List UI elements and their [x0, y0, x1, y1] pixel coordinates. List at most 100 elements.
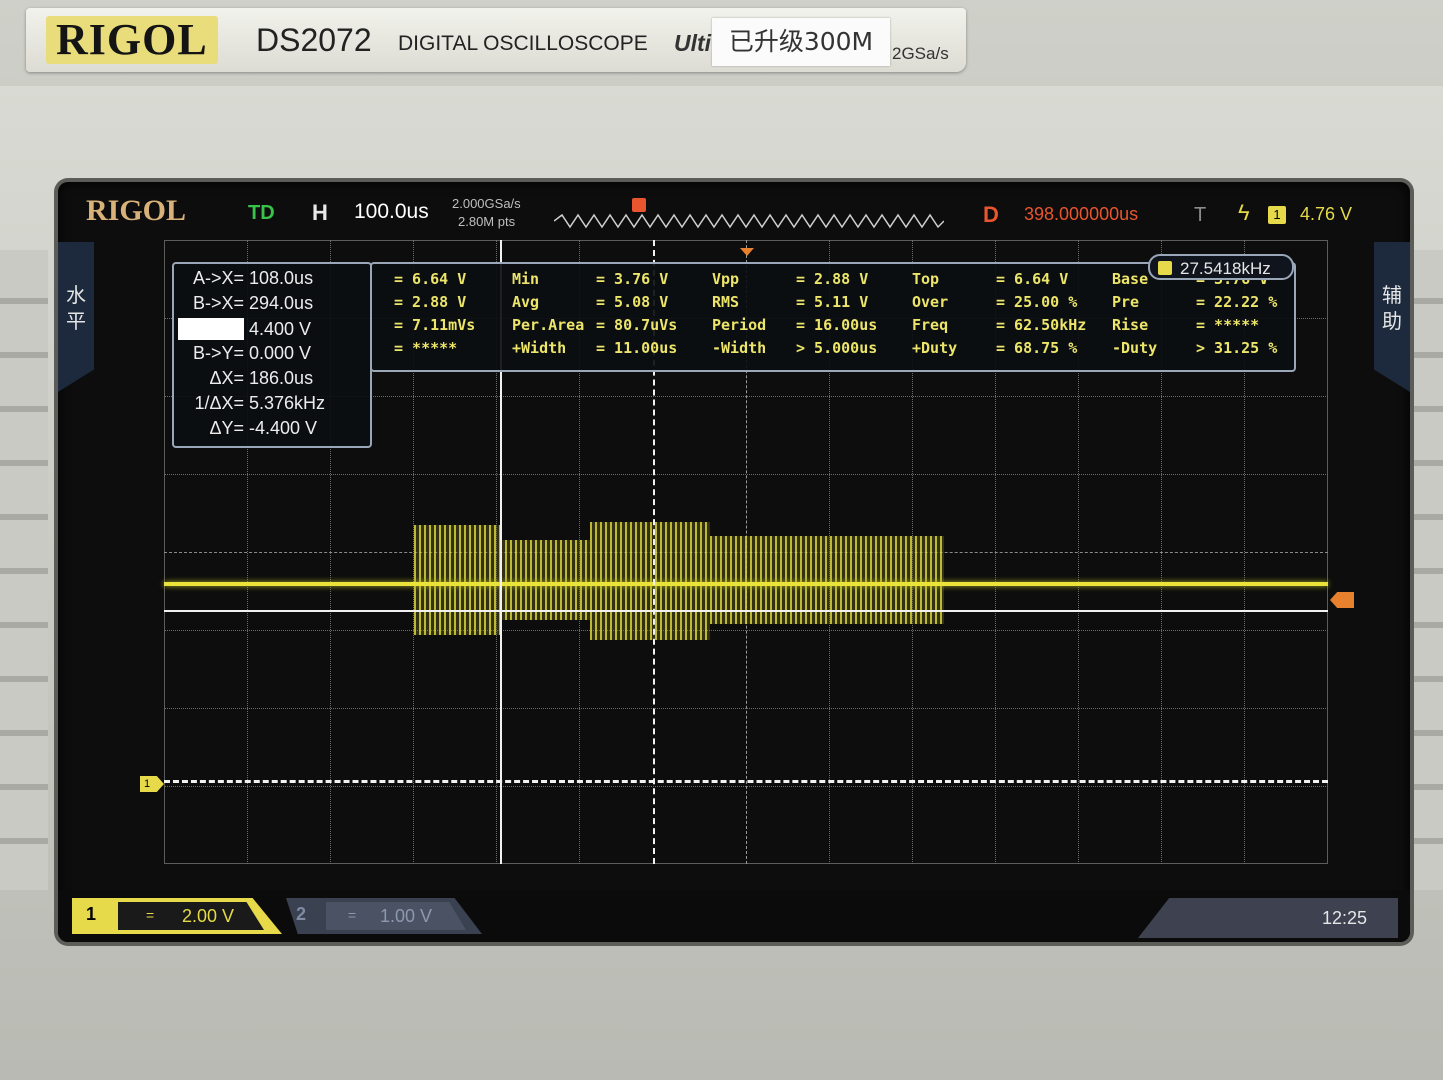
ch1-scale[interactable]: 2.00 V: [118, 902, 264, 930]
trigger-label: T: [1194, 204, 1207, 226]
measure-value: = 68.75 %: [996, 339, 1078, 357]
ch1-offset-marker[interactable]: 1: [140, 776, 164, 792]
measure-label: -Width: [712, 339, 767, 357]
measure-value: = 16.00us: [796, 316, 878, 334]
measure-label: -Duty: [1112, 339, 1158, 357]
channel-status-bar: 1 2.00 V = 2 1.00 V = 12:25: [58, 890, 1410, 942]
measure-value: = 2.88 V: [796, 270, 869, 288]
cursor-by-label: B->Y=: [192, 343, 244, 363]
signal-burst: [590, 522, 710, 640]
measure-value: = *****: [1196, 316, 1260, 334]
cursor-invdx-row: 1/ΔX= 5.376kHz: [174, 393, 364, 414]
measure-value: = 6.64 V: [394, 270, 467, 288]
measure-value: > 31.25 %: [1196, 339, 1278, 357]
measure-value: = 80.7uVs: [596, 316, 678, 334]
cursor-ax-row: A->X= 108.0us: [174, 268, 364, 289]
cursor-dx-label: ΔX=: [209, 368, 244, 388]
front-panel-label: RIGOL DS2072 DIGITAL OSCILLOSCOPE Ulti 已…: [26, 8, 966, 72]
measure-label: Period: [712, 316, 767, 334]
grid-line: [164, 630, 1328, 631]
cursor-ay-highlight: [178, 318, 244, 340]
measure-label: Avg: [512, 293, 540, 311]
measure-value: = 5.11 V: [796, 293, 869, 311]
horizontal-menu-tab[interactable]: 水平: [58, 242, 94, 392]
cursor-a-horizontal[interactable]: [164, 610, 1328, 612]
measure-value: = 6.64 V: [996, 270, 1069, 288]
measure-label: Freq: [912, 316, 949, 334]
memory-overview-wave: [554, 213, 944, 229]
cursor-invdx-value: 5.376kHz: [249, 393, 326, 413]
cursor-readout-panel: A->X= 108.0us B->X= 294.0us 4.400 V B->Y…: [172, 262, 372, 448]
measure-label: RMS: [712, 293, 740, 311]
measure-label: Min: [512, 270, 540, 288]
timebase-value[interactable]: 100.0us: [354, 200, 429, 224]
screen-brand: RIGOL: [86, 194, 187, 227]
horizontal-label: H: [312, 200, 328, 225]
measure-label: +Width: [512, 339, 567, 357]
trigger-level-marker[interactable]: [1330, 592, 1354, 608]
utility-menu-tab[interactable]: 辅助: [1374, 242, 1410, 392]
cursor-bx-label: B->X=: [192, 293, 244, 313]
cursor-by-row: B->Y= 0.000 V: [174, 343, 364, 364]
cursor-by-value: 0.000 V: [249, 343, 312, 363]
grid-line: [164, 786, 1328, 787]
clock: 12:25: [1322, 908, 1368, 928]
cursor-dx-value: 186.0us: [249, 368, 314, 388]
measure-value: > 5.000us: [796, 339, 878, 357]
trigger-channel-badge: 1: [1268, 206, 1286, 224]
ch2-scale[interactable]: 1.00 V: [326, 902, 466, 930]
rising-edge-icon: ϟ: [1238, 200, 1250, 225]
measure-value: = 3.76 V: [596, 270, 669, 288]
scope-screen: RIGOL TD H 100.0us 2.000GSa/s 2.80M pts …: [58, 182, 1410, 942]
delay-label: D: [983, 202, 999, 227]
grid-line: [164, 474, 1328, 475]
measure-label: Vpp: [712, 270, 740, 288]
cursor-ay-value: 4.400 V: [249, 319, 312, 339]
measure-label: Per.Area: [512, 316, 585, 334]
cursor-dy-label: ΔY=: [209, 418, 244, 438]
cursor-dy-value: -4.400 V: [249, 418, 318, 438]
cursor-invdx-label: 1/ΔX=: [194, 393, 244, 413]
ch2-number: 2: [296, 904, 307, 924]
cursor-ax-label: A->X=: [192, 268, 244, 288]
measure-value: = *****: [394, 339, 458, 357]
ultra-logo: Ulti: [674, 30, 712, 56]
cursor-ax-value: 108.0us: [249, 268, 314, 288]
brand-logo: RIGOL: [46, 16, 218, 64]
trigger-position-icon: [632, 198, 646, 212]
sample-rate-label: 2GSa/s: [892, 44, 949, 63]
signal-burst: [414, 525, 500, 635]
dc-coupling-icon: =: [348, 907, 357, 923]
measure-value: = 11.00us: [596, 339, 678, 357]
measure-label: Over: [912, 293, 949, 311]
cursor-dx-row: ΔX= 186.0us: [174, 368, 364, 389]
measure-value: = 2.88 V: [394, 293, 467, 311]
measure-value: = 5.08 V: [596, 293, 669, 311]
sample-rate: 2.000GSa/s: [452, 196, 521, 211]
measure-label: Rise: [1112, 316, 1149, 334]
trigger-level[interactable]: 4.76 V: [1300, 204, 1352, 225]
measure-value: = 7.11mVs: [394, 316, 476, 334]
dc-coupling-icon: =: [146, 907, 155, 923]
grid-line: [164, 708, 1328, 709]
measure-label: Top: [912, 270, 940, 288]
upgrade-sticker: 已升级300M: [712, 18, 890, 66]
cursor-dy-row: ΔY= -4.400 V: [174, 418, 364, 439]
cursor-b-horizontal[interactable]: [164, 780, 1328, 783]
measure-value: = 25.00 %: [996, 293, 1078, 311]
measure-label: +Duty: [912, 339, 958, 357]
acq-status: TD: [248, 202, 275, 224]
measure-label: Base: [1112, 270, 1149, 288]
model-description: DIGITAL OSCILLOSCOPE: [398, 32, 648, 55]
measure-value: = 22.22 %: [1196, 293, 1278, 311]
model-name: DS2072: [256, 22, 372, 58]
cursor-bx-row: B->X= 294.0us: [174, 293, 364, 314]
signal-burst: [500, 540, 590, 620]
cursor-bx-value: 294.0us: [249, 293, 314, 313]
delay-value[interactable]: 398.000000us: [1024, 204, 1138, 225]
frequency-counter: 27.5418kHz: [1148, 254, 1294, 280]
measure-label: Pre: [1112, 293, 1140, 311]
cursor-ay-row: 4.400 V: [174, 318, 364, 340]
ch1-trace: [164, 582, 1328, 586]
left-softkeys[interactable]: [0, 250, 48, 890]
